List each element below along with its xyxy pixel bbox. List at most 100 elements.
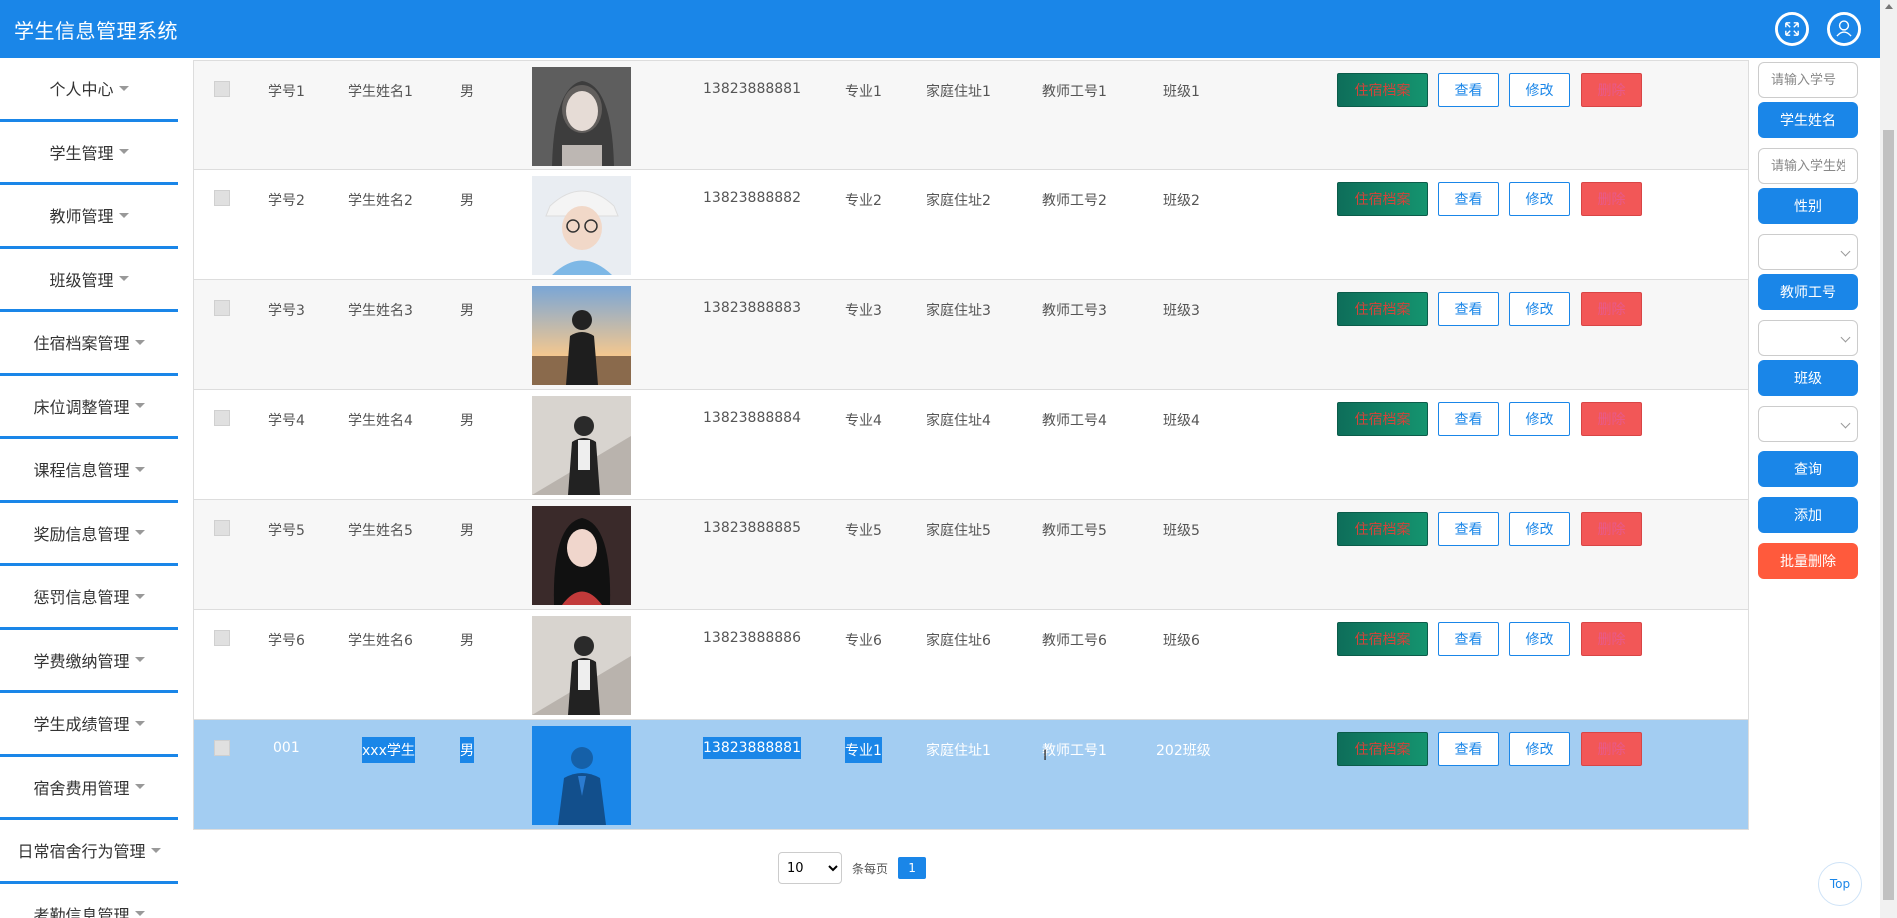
delete-button[interactable]: 删除 — [1581, 292, 1642, 326]
view-button[interactable]: 查看 — [1438, 402, 1499, 436]
delete-button[interactable]: 删除 — [1581, 512, 1642, 546]
sidebar-item-label: 惩罚信息管理 — [33, 588, 130, 608]
caret-down-icon — [134, 339, 145, 345]
student-photo — [532, 506, 631, 605]
sidebar-item-label: 班级管理 — [49, 270, 114, 290]
search-button[interactable]: 查询 — [1758, 451, 1858, 487]
sidebar-item-punishment-management[interactable]: 惩罚信息管理 — [0, 566, 178, 630]
dorm-archive-button[interactable]: 住宿档案 — [1337, 732, 1428, 766]
student-photo — [532, 67, 631, 166]
view-button[interactable]: 查看 — [1438, 182, 1499, 216]
sidebar-item-class-management[interactable]: 班级管理 — [0, 249, 178, 312]
row-checkbox[interactable] — [214, 630, 230, 646]
cell-major: 专业6 — [845, 633, 882, 649]
dorm-archive-button[interactable]: 住宿档案 — [1337, 622, 1428, 656]
sidebar-item-label: 学生成绩管理 — [33, 715, 130, 735]
delete-button[interactable]: 删除 — [1581, 402, 1642, 436]
page-number-button[interactable]: 1 — [898, 857, 927, 879]
sidebar-item-student-management[interactable]: 学生管理 — [0, 122, 178, 185]
edit-button[interactable]: 修改 — [1509, 622, 1570, 656]
user-button[interactable] — [1827, 12, 1861, 46]
sidebar-item-attendance-management[interactable]: 考勤信息管理 — [0, 884, 178, 918]
sidebar-item-label: 床位调整管理 — [33, 397, 130, 417]
cell-major: 专业1 — [845, 84, 882, 100]
cell-phone: 13823888882 — [703, 190, 801, 206]
cell-student-id: 学号6 — [268, 633, 305, 649]
batch-delete-button[interactable]: 批量删除 — [1758, 543, 1858, 579]
sidebar-item-reward-management[interactable]: 奖励信息管理 — [0, 503, 178, 566]
row-checkbox[interactable] — [214, 410, 230, 426]
chevron-down-icon — [1840, 418, 1851, 429]
delete-button[interactable]: 删除 — [1581, 732, 1642, 766]
edit-button[interactable]: 修改 — [1509, 512, 1570, 546]
dorm-archive-button[interactable]: 住宿档案 — [1337, 512, 1428, 546]
sidebar-item-personal-center[interactable]: 个人中心 — [0, 58, 178, 122]
sidebar-item-label: 学生管理 — [49, 143, 114, 163]
view-button[interactable]: 查看 — [1438, 512, 1499, 546]
edit-button[interactable]: 修改 — [1509, 402, 1570, 436]
back-to-top-button[interactable]: Top — [1818, 862, 1862, 906]
edit-button[interactable]: 修改 — [1509, 292, 1570, 326]
dorm-archive-button[interactable]: 住宿档案 — [1337, 292, 1428, 326]
cell-student-id: 学号1 — [268, 84, 305, 100]
dorm-archive-button[interactable]: 住宿档案 — [1337, 73, 1428, 107]
cell-major: 专业3 — [845, 303, 882, 319]
fullscreen-button[interactable] — [1775, 12, 1809, 46]
gender-select[interactable] — [1758, 234, 1858, 270]
class-label: 班级 — [1758, 360, 1858, 396]
delete-button[interactable]: 删除 — [1581, 622, 1642, 656]
cell-teacher-id: 教师工号3 — [1042, 303, 1107, 319]
cell-gender: 男 — [460, 737, 474, 763]
cell-teacher-id: 教师工号4 — [1042, 413, 1107, 429]
cell-phone: 13823888881 — [703, 737, 801, 759]
delete-button[interactable]: 删除 — [1581, 73, 1642, 107]
view-button[interactable]: 查看 — [1438, 732, 1499, 766]
sidebar-item-dorm-fee-management[interactable]: 宿舍费用管理 — [0, 757, 178, 820]
scrollbar-thumb[interactable] — [1883, 130, 1894, 900]
caret-down-icon — [134, 466, 145, 472]
student-photo — [532, 726, 631, 825]
student-name-input[interactable] — [1758, 148, 1858, 184]
delete-button[interactable]: 删除 — [1581, 182, 1642, 216]
edit-button[interactable]: 修改 — [1509, 732, 1570, 766]
caret-down-icon — [134, 720, 145, 726]
view-button[interactable]: 查看 — [1438, 292, 1499, 326]
cell-gender: 男 — [460, 303, 474, 319]
dorm-archive-button[interactable]: 住宿档案 — [1337, 182, 1428, 216]
sidebar-item-dorm-archive-management[interactable]: 住宿档案管理 — [0, 312, 178, 376]
teacher-id-select[interactable] — [1758, 320, 1858, 356]
sidebar-item-teacher-management[interactable]: 教师管理 — [0, 185, 178, 249]
edit-button[interactable]: 修改 — [1509, 182, 1570, 216]
scroll-up-arrow-icon[interactable] — [1885, 4, 1893, 9]
page-scrollbar[interactable] — [1880, 0, 1897, 918]
cell-address: 家庭住址1 — [926, 743, 991, 759]
row-checkbox[interactable] — [214, 740, 230, 756]
table-row: 学号5 学生姓名5 男 13823888885 专业5 家庭住址5 教师工号5 … — [193, 500, 1749, 610]
edit-button[interactable]: 修改 — [1509, 73, 1570, 107]
row-checkbox[interactable] — [214, 190, 230, 206]
add-button[interactable]: 添加 — [1758, 497, 1858, 533]
dorm-archive-button[interactable]: 住宿档案 — [1337, 402, 1428, 436]
sidebar-item-grade-management[interactable]: 学生成绩管理 — [0, 693, 178, 757]
row-checkbox[interactable] — [214, 81, 230, 97]
view-button[interactable]: 查看 — [1438, 622, 1499, 656]
row-checkbox[interactable] — [214, 300, 230, 316]
caret-down-icon — [134, 784, 145, 790]
sidebar-item-bed-adjust-management[interactable]: 床位调整管理 — [0, 376, 178, 439]
class-select[interactable] — [1758, 406, 1858, 442]
view-button[interactable]: 查看 — [1438, 73, 1499, 107]
cell-teacher-id: 教师工号2 — [1042, 193, 1107, 209]
sidebar-item-course-management[interactable]: 课程信息管理 — [0, 439, 178, 503]
cell-address: 家庭住址5 — [926, 523, 991, 539]
sidebar-item-tuition-management[interactable]: 学费缴纳管理 — [0, 630, 178, 693]
sidebar-item-label: 个人中心 — [49, 80, 114, 100]
caret-down-icon — [134, 911, 145, 917]
cell-address: 家庭住址4 — [926, 413, 991, 429]
cell-gender: 男 — [460, 413, 474, 429]
sidebar-item-dorm-behavior-management[interactable]: 日常宿舍行为管理 — [0, 820, 178, 884]
page-size-select[interactable]: 10 — [778, 852, 842, 884]
student-photo — [532, 396, 631, 495]
row-checkbox[interactable] — [214, 520, 230, 536]
student-id-input[interactable] — [1758, 62, 1858, 98]
table-row: 学号1 学生姓名1 男 13823888881 专业1 家庭住址1 教师工号1 … — [193, 60, 1749, 170]
